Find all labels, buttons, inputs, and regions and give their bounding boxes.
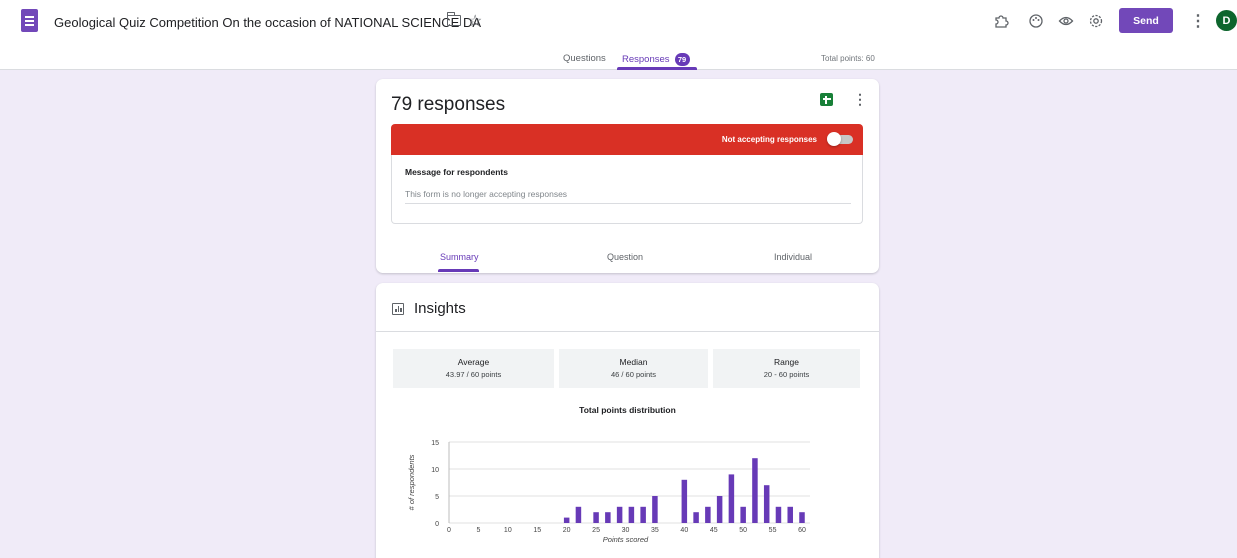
x-tick-label: 25 [592,527,600,534]
responses-count-title: 79 responses [391,94,506,115]
bar [693,512,699,523]
active-tab-indicator [617,67,697,70]
form-tabs: Questions Responses 79 Total points: 60 [0,44,1237,70]
x-tick-label: 20 [563,527,571,534]
subtab-individual[interactable]: Individual [774,252,812,262]
subtab-question[interactable]: Question [607,252,643,262]
x-tick-label: 60 [798,527,806,534]
y-tick-label: 15 [431,440,439,447]
x-tick-label: 10 [504,527,512,534]
message-input[interactable]: This form is no longer accepting respons… [405,189,851,204]
y-tick-label: 5 [435,494,439,501]
tab-responses-label: Responses [622,54,670,66]
insights-card: Insights Average 43.97 / 60 points Media… [376,283,879,558]
message-label: Message for respondents [405,167,508,177]
y-tick-label: 0 [435,521,439,528]
form-title[interactable]: Geological Quiz Competition On the occas… [54,15,481,30]
account-avatar[interactable]: D [1216,10,1237,31]
preview-eye-icon[interactable] [1056,11,1076,31]
palette-icon[interactable] [1026,11,1046,31]
forms-logo-icon[interactable] [21,9,38,32]
x-tick-label: 55 [769,527,777,534]
tab-questions[interactable]: Questions [563,53,606,64]
responses-card: 79 responses ⋮ Not accepting responses M… [376,79,879,273]
addons-puzzle-icon[interactable] [991,11,1011,31]
tab-responses[interactable]: Responses 79 [622,53,690,66]
x-tick-label: 15 [533,527,541,534]
bar [605,512,611,523]
not-accepting-banner: Not accepting responses [391,124,863,155]
bar [563,517,570,523]
x-tick-label: 5 [476,527,480,534]
bar [752,458,758,523]
subtab-indicator [438,269,479,272]
bar [640,506,646,523]
x-tick-label: 40 [680,527,688,534]
bar [616,506,623,523]
x-tick-label: 30 [622,527,630,534]
link-to-sheets-icon[interactable] [820,93,833,106]
y-axis-title: # of respondents [407,454,416,510]
bar [705,506,711,523]
bar [728,474,735,523]
folder-icon[interactable] [446,12,461,26]
bar [652,496,658,523]
app-header: Geological Quiz Competition On the occas… [0,0,1237,44]
toggle-knob[interactable] [827,132,841,146]
bar [716,496,723,523]
bar [593,512,599,523]
x-tick-label: 35 [651,527,659,534]
responses-count-badge: 79 [674,53,690,66]
x-tick-label: 0 [447,527,451,534]
x-axis-title: Points scored [603,535,649,544]
star-icon[interactable]: ☆ [468,11,482,31]
total-points: Total points: 60 [821,54,875,63]
bar [681,479,688,523]
points-distribution-chart: 0 5 10 15 0 5 10 15 20 25 30 35 40 45 50 55 60 Points sco… [407,440,810,544]
message-box: Message for respondents This form is no … [391,155,863,224]
bar [787,506,793,523]
settings-gear-icon[interactable] [1086,11,1106,31]
y-tick-label: 10 [431,467,439,474]
bar [575,506,582,523]
responses-more-icon[interactable]: ⋮ [853,91,867,108]
send-button[interactable]: Send [1119,8,1173,33]
x-tick-label: 50 [739,527,747,534]
bar [775,506,782,523]
bar [763,485,770,523]
bar [628,506,635,523]
subtab-summary[interactable]: Summary [440,252,479,262]
bar [740,506,746,523]
accepting-responses-label: Not accepting responses [721,135,817,144]
more-options-icon[interactable]: ⋮ [1190,11,1206,31]
bar [799,512,805,523]
x-tick-label: 45 [710,527,718,534]
